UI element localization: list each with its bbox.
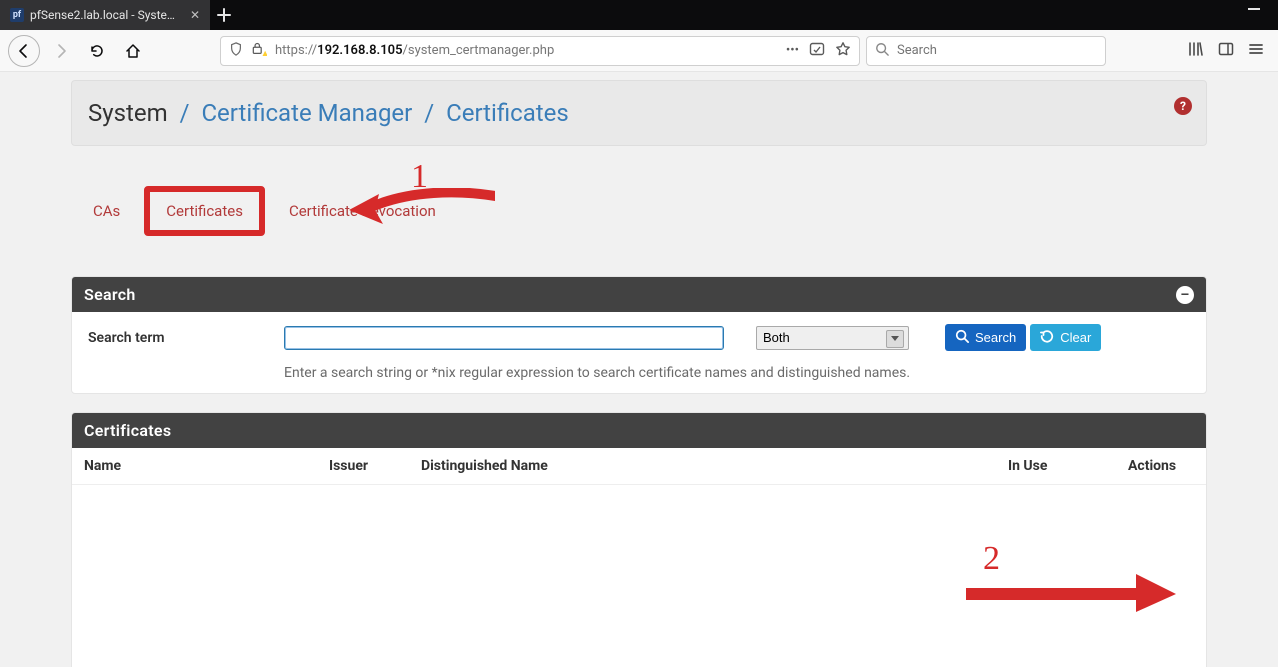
search-icon	[875, 42, 889, 60]
reader-icon[interactable]	[809, 42, 825, 60]
annotation-box-1: Certificates	[144, 186, 265, 236]
bookmark-star-icon[interactable]	[835, 41, 851, 61]
browser-chrome: pf pfSense2.lab.local - System: Ce ✕	[0, 0, 1278, 72]
favicon-icon: pf	[10, 8, 24, 22]
tab-certificates[interactable]: Certificates	[166, 202, 243, 220]
browser-search-box[interactable]: Search	[866, 36, 1106, 66]
col-name: Name	[72, 448, 317, 485]
tab-strip: pf pfSense2.lab.local - System: Ce ✕	[0, 0, 1278, 30]
forward-button	[46, 36, 76, 66]
col-issuer: Issuer	[317, 448, 409, 485]
search-button-label: Search	[975, 330, 1016, 345]
panel-search-title: Search	[84, 285, 136, 304]
label-search-term: Search term	[84, 330, 284, 346]
browser-tab-active[interactable]: pf pfSense2.lab.local - System: Ce ✕	[0, 0, 210, 30]
url-bar[interactable]: https://192.168.8.105/system_certmanager…	[220, 36, 860, 66]
tab-title: pfSense2.lab.local - System: Ce	[30, 8, 184, 22]
home-button[interactable]	[118, 36, 148, 66]
reload-button[interactable]	[82, 36, 112, 66]
url-text: https://192.168.8.105/system_certmanager…	[275, 43, 778, 58]
undo-icon	[1040, 329, 1054, 346]
shield-icon	[229, 42, 243, 60]
panel-certificates: Certificates Name Issuer Distinguished N…	[71, 412, 1207, 667]
certificates-table: Name Issuer Distinguished Name In Use Ac…	[72, 448, 1206, 667]
search-hint: Enter a search string or *nix regular ex…	[84, 365, 1194, 381]
search-button[interactable]: Search	[945, 324, 1026, 351]
col-actions: Actions	[1116, 448, 1206, 485]
breadcrumb-link-certificate-manager[interactable]: Certificate Manager	[201, 99, 412, 127]
panel-search: Search – Search term Both	[71, 276, 1207, 394]
breadcrumb-root: System	[88, 99, 168, 127]
new-tab-button[interactable]	[210, 1, 238, 29]
sidebar-icon[interactable]	[1218, 41, 1234, 61]
page-title: System / Certificate Manager / Certifica…	[88, 99, 569, 127]
ellipsis-icon[interactable]: •••	[786, 43, 799, 58]
help-icon[interactable]: ?	[1174, 97, 1192, 115]
back-button[interactable]	[8, 35, 40, 67]
window-minimize-icon[interactable]	[1248, 8, 1260, 10]
close-icon[interactable]: ✕	[190, 8, 200, 22]
clear-button-label: Clear	[1060, 330, 1091, 345]
breadcrumb: System / Certificate Manager / Certifica…	[71, 80, 1207, 146]
nav-toolbar: https://192.168.8.105/system_certmanager…	[0, 30, 1278, 72]
tab-certificate-revocation[interactable]: Certificate Revocation	[289, 202, 436, 220]
library-icon[interactable]	[1188, 41, 1204, 61]
panel-certificates-title: Certificates	[84, 421, 171, 440]
collapse-icon[interactable]: –	[1176, 286, 1194, 304]
tab-cas[interactable]: CAs	[93, 202, 120, 220]
lock-warn-icon	[251, 42, 267, 60]
search-term-input[interactable]	[284, 326, 724, 350]
search-icon	[955, 329, 969, 346]
clear-button[interactable]: Clear	[1030, 324, 1101, 351]
menu-icon[interactable]	[1248, 41, 1264, 61]
col-dn: Distinguished Name	[409, 448, 996, 485]
search-scope-select[interactable]: Both	[756, 326, 909, 350]
subtabs: CAs Certificates Certificate Revocation	[93, 186, 1207, 236]
col-inuse: In Use	[996, 448, 1116, 485]
browser-search-placeholder: Search	[897, 43, 937, 58]
breadcrumb-link-certificates[interactable]: Certificates	[446, 99, 569, 127]
